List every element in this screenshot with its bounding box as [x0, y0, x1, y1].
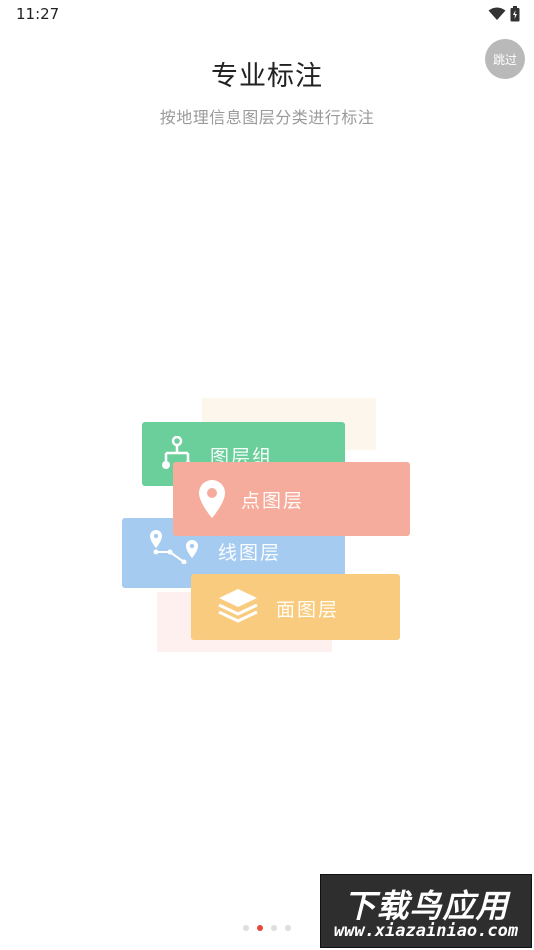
point-layer-card: 点图层	[173, 462, 410, 536]
map-pin-icon	[199, 480, 225, 518]
point-layer-label: 点图层	[241, 490, 305, 512]
watermark: 下载鸟应用 www.xiazainiao.com	[320, 874, 532, 948]
page-dot[interactable]	[243, 925, 249, 931]
layers-illustration: 图层组 线图层 点图层 面图层	[0, 0, 534, 950]
watermark-url: www.xiazainiao.com	[333, 921, 519, 941]
page-dot[interactable]	[285, 925, 291, 931]
page-dot[interactable]	[271, 925, 277, 931]
layers-stack-icon	[218, 589, 258, 623]
page-dot-active[interactable]	[257, 925, 263, 931]
polygon-layer-card: 面图层	[191, 574, 400, 640]
line-layer-label: 线图层	[218, 542, 282, 564]
polygon-layer-label: 面图层	[276, 599, 340, 621]
